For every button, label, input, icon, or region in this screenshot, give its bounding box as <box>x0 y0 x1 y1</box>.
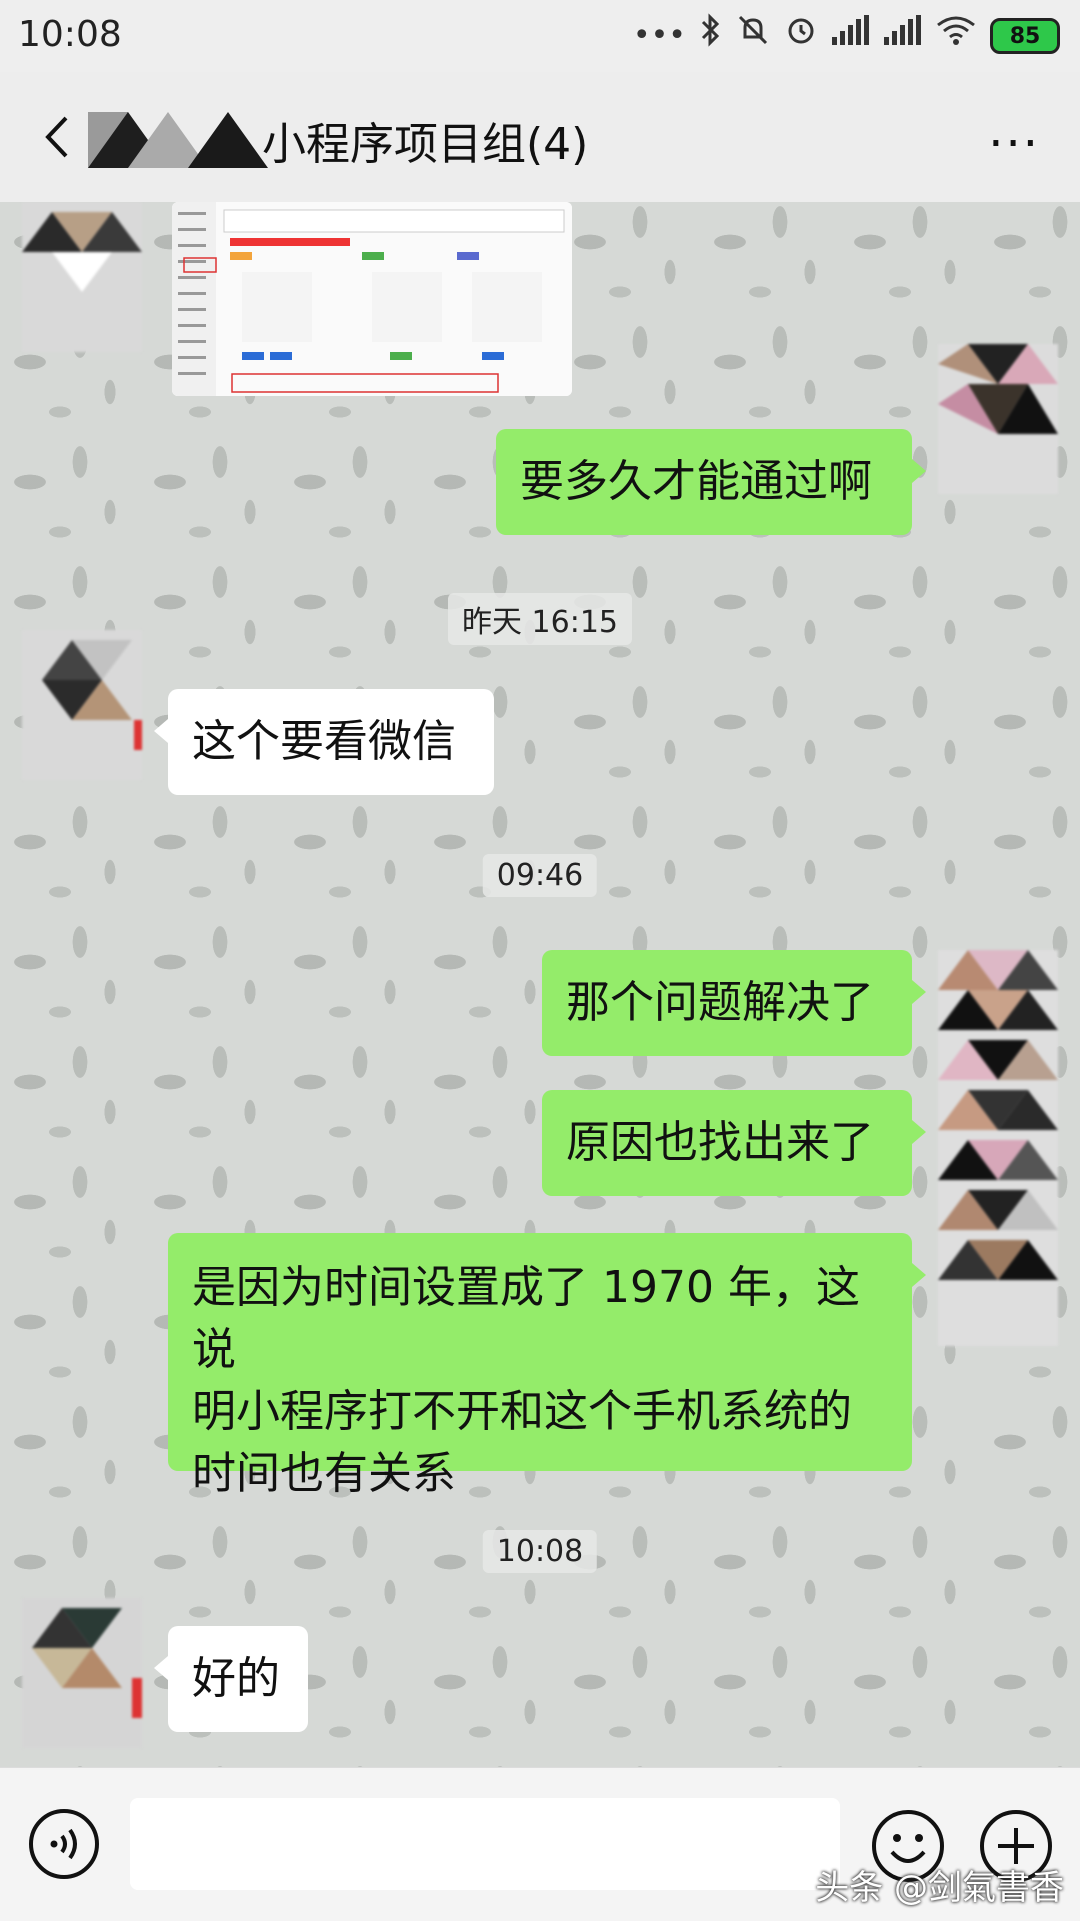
message-timestamp: 昨天 16:15 <box>448 593 632 645</box>
message-bubble-sent[interactable]: 是因为时间设置成了 1970 年，这说 明小程序打不开和这个手机系统的 时间也有… <box>168 1233 926 1499</box>
message-timestamp: 09:46 <box>482 854 598 897</box>
signal-icon <box>832 14 870 58</box>
chat-message-list[interactable]: 要多久才能通过啊 昨天 16:15 这个要看微信 09:46 那个问题解决了 原… <box>0 202 1080 1767</box>
redacted-name-mosaic <box>88 102 268 174</box>
status-icons: ••• 85 <box>632 12 1060 60</box>
message-bubble-sent[interactable]: 原因也找出来了 <box>542 1090 926 1196</box>
message-text-line: 是因为时间设置成了 1970 年，这说 <box>192 1262 860 1375</box>
avatar[interactable] <box>22 202 142 352</box>
alarm-icon <box>784 13 818 60</box>
avatar[interactable] <box>938 950 1058 1346</box>
status-time: 10:08 <box>18 14 122 55</box>
voice-input-icon[interactable] <box>28 1808 100 1880</box>
avatar[interactable] <box>938 344 1058 494</box>
message-text: 那个问题解决了 <box>566 977 874 1028</box>
chevron-left-icon[interactable] <box>34 112 84 162</box>
message-text: 这个要看微信 <box>192 716 456 767</box>
message-bubble-received[interactable]: 好的 <box>154 1626 308 1732</box>
message-input-bar: 头条 @剑氣書香 <box>0 1767 1080 1921</box>
more-dots-icon: ••• <box>632 18 686 53</box>
status-bar: 10:08 ••• 85 <box>0 0 1080 72</box>
chat-header: 小程序项目组(4) ··· <box>0 72 1080 202</box>
message-input[interactable] <box>130 1798 840 1890</box>
message-bubble-sent[interactable]: 要多久才能通过啊 <box>496 429 926 535</box>
avatar[interactable] <box>22 1598 142 1748</box>
message-text: 好的 <box>192 1653 280 1704</box>
avatar[interactable] <box>22 630 142 780</box>
message-bubble-sent[interactable]: 那个问题解决了 <box>542 950 926 1056</box>
bluetooth-icon <box>700 12 722 60</box>
message-timestamp: 10:08 <box>482 1530 598 1573</box>
wifi-icon <box>936 14 976 58</box>
chat-title: 小程序项目组(4) <box>262 119 589 170</box>
more-options-icon[interactable]: ··· <box>988 116 1040 172</box>
battery-icon: 85 <box>990 18 1060 54</box>
message-text: 要多久才能通过啊 <box>520 456 872 507</box>
message-text-line: 时间也有关系 <box>192 1448 456 1499</box>
message-text-line: 明小程序打不开和这个手机系统的 <box>192 1386 852 1437</box>
watermark-text: 头条 @剑氣書香 <box>815 1868 1064 1908</box>
mute-icon <box>736 13 770 60</box>
message-text: 原因也找出来了 <box>566 1117 874 1168</box>
message-bubble-received[interactable]: 这个要看微信 <box>154 689 494 795</box>
signal-icon <box>884 14 922 58</box>
shared-screenshot-image[interactable] <box>172 202 572 396</box>
